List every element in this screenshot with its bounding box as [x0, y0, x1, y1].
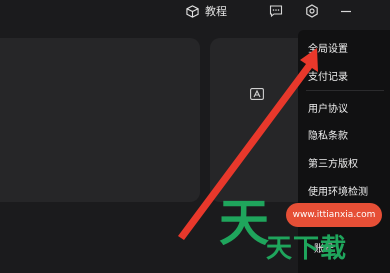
annotation-arrow [178, 48, 318, 240]
